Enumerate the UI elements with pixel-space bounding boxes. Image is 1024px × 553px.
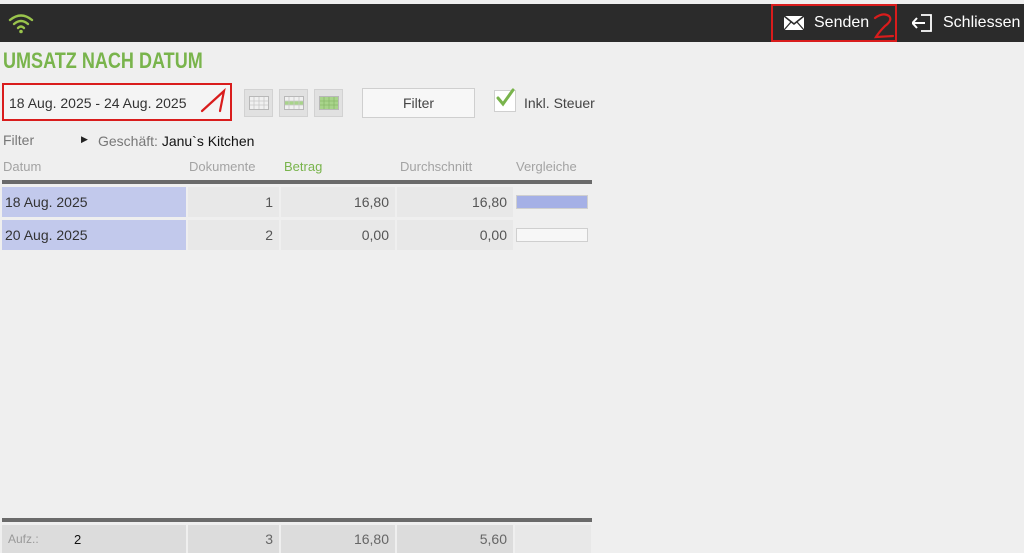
footer-amount: 16,80 — [281, 525, 395, 553]
calendar-month-button[interactable] — [314, 89, 343, 117]
footer-documents: 3 — [188, 525, 279, 553]
row-average: 0,00 — [397, 220, 513, 250]
filter-label: Filter — [3, 132, 35, 148]
row-date: 18 Aug. 2025 — [2, 187, 186, 217]
footer-compare — [515, 525, 591, 553]
table-header-rule — [2, 180, 592, 184]
wifi-icon — [8, 14, 34, 34]
row-average: 16,80 — [397, 187, 513, 217]
include-tax-checkbox[interactable] — [494, 88, 516, 112]
footer-count-value: 2 — [74, 532, 82, 547]
mail-icon — [783, 15, 805, 31]
annotation-2-mark — [873, 13, 895, 39]
filter-shop: Geschäft: Janu`s Kitchen — [98, 133, 254, 149]
calendar-day-icon — [248, 96, 269, 110]
row-amount: 0,00 — [281, 220, 395, 250]
column-header-amount[interactable]: Betrag — [284, 159, 322, 174]
compare-bar — [516, 195, 588, 209]
calendar-day-button[interactable] — [244, 89, 273, 117]
row-documents: 2 — [188, 220, 279, 250]
filter-shop-value: Janu`s Kitchen — [161, 133, 255, 149]
filter-shop-key: Geschäft: — [98, 133, 158, 149]
footer-average: 5,60 — [397, 525, 513, 553]
calendar-month-icon — [318, 96, 339, 110]
column-header-compare[interactable]: Vergleiche — [516, 159, 577, 174]
calendar-week-icon — [283, 96, 304, 110]
page-title: UMSATZ NACH DATUM — [3, 48, 203, 73]
table-footer-rule — [2, 518, 592, 522]
row-date: 20 Aug. 2025 — [2, 220, 186, 250]
date-range-text: 18 Aug. 2025 - 24 Aug. 2025 — [9, 95, 187, 111]
caret-right-icon[interactable]: ▶ — [81, 134, 88, 145]
close-button-label: Schliessen — [943, 14, 1021, 31]
calendar-week-button[interactable] — [279, 89, 308, 117]
send-button-label: Senden — [814, 14, 870, 31]
footer-count-cell: Aufz.: — [2, 525, 186, 553]
row-amount: 16,80 — [281, 187, 395, 217]
column-header-average[interactable]: Durchschnitt — [400, 159, 472, 174]
top-bar: Senden 2 Schliessen — [0, 4, 1024, 42]
row-compare — [514, 187, 592, 217]
date-range-field[interactable]: 18 Aug. 2025 - 24 Aug. 2025 1 — [2, 83, 232, 121]
filter-button[interactable]: Filter — [362, 88, 475, 118]
compare-bar — [516, 228, 588, 242]
include-tax-label: Inkl. Steuer — [524, 95, 595, 111]
checkmark-icon — [496, 88, 515, 107]
exit-icon — [912, 14, 932, 32]
send-button[interactable]: Senden 2 — [771, 4, 897, 42]
column-header-documents[interactable]: Dokumente — [189, 159, 255, 174]
annotation-1-mark — [200, 87, 226, 113]
compare-bar-fill — [517, 196, 587, 208]
close-button[interactable]: Schliessen — [909, 4, 1024, 42]
row-compare — [514, 220, 592, 250]
footer-count-label: Aufz.: — [8, 532, 39, 546]
column-header-date[interactable]: Datum — [3, 159, 41, 174]
row-documents: 1 — [188, 187, 279, 217]
